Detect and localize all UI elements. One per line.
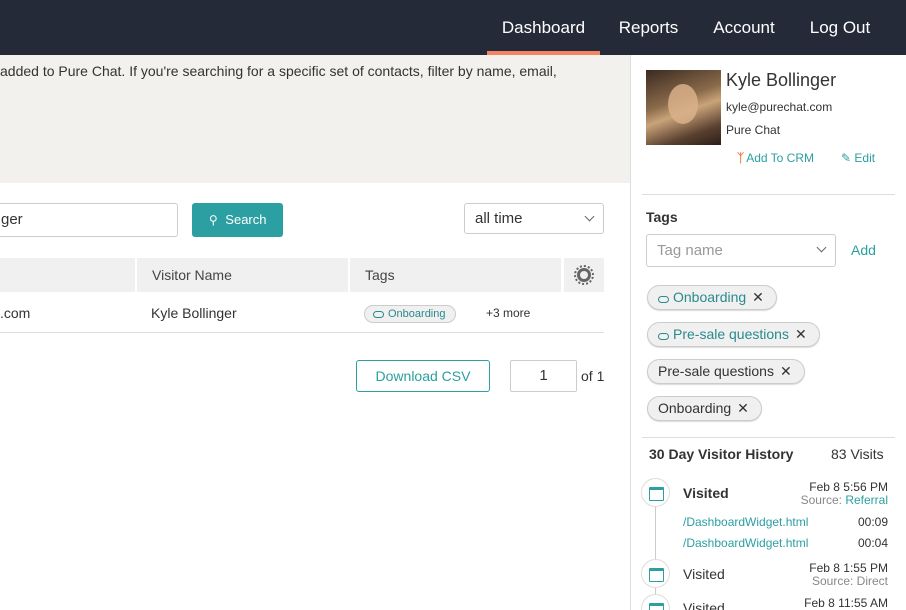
table-settings-button[interactable] [564,258,604,292]
contact-company: Pure Chat [726,123,781,137]
visit-label: Visited [683,600,725,610]
page-total-label: of 1 [581,368,605,384]
tag-name-select[interactable]: Tag name [646,234,836,267]
visit-source-prefix: Source: [800,493,846,507]
tag-chip[interactable]: Onboarding ✕ [647,396,762,421]
visitor-history-title: 30 Day Visitor History [649,446,794,462]
search-input[interactable]: ger [0,203,178,237]
visited-page-duration: 00:09 [857,515,888,529]
hubspot-icon: ᛉ [737,151,745,165]
tag-chip-label: Onboarding [658,400,732,416]
cloud-icon [658,333,669,340]
visit-source-link[interactable]: Referral [845,493,888,507]
table-row[interactable]: .com Kyle Bollinger Onboarding +3 more [0,293,604,333]
remove-tag-icon[interactable]: ✕ [752,289,764,305]
download-csv-button[interactable]: Download CSV [356,360,490,392]
nav-reports[interactable]: Reports [613,0,684,55]
edit-label: Edit [854,151,876,165]
avatar-face [668,84,698,124]
column-header-visitor-name[interactable]: Visitor Name [137,258,348,292]
contact-name: Kyle Bollinger [726,70,837,90]
visit-date: Feb 8 1:55 PM [809,561,888,575]
visit-label: Visited [683,566,725,582]
browser-window-icon [641,559,670,588]
cell-email: .com [0,305,31,321]
cloud-icon [373,311,384,318]
cell-visitor-name: Kyle Bollinger [151,305,237,321]
remove-tag-icon[interactable]: ✕ [780,363,792,379]
visit-source: Source: Referral [801,493,888,507]
edit-contact-link[interactable]: ✎ Edit [841,151,875,165]
tag-select-placeholder: Tag name [657,242,723,259]
column-header-tags[interactable]: Tags [350,258,561,292]
visit-date: Feb 8 11:55 AM [804,596,888,610]
time-filter-select[interactable]: all time [464,203,604,234]
row-tag-label: Onboarding [388,308,446,320]
chevron-down-icon [816,242,827,253]
time-filter-value: all time [475,210,523,227]
tag-chip-label: Pre-sale questions [658,363,774,379]
visited-page-link[interactable]: /DashboardWidget.html [683,536,808,550]
divider [642,437,895,438]
chevron-down-icon [584,211,595,222]
add-to-crm-link[interactable]: ᛉ Add To CRM [737,151,814,165]
tag-chip[interactable]: Pre-sale questions ✕ [647,359,805,384]
browser-window-icon [641,478,670,507]
divider [642,194,895,195]
visit-date: Feb 8 5:56 PM [809,480,888,494]
page-number-input[interactable]: 1 [510,360,577,392]
banner-text: added to Pure Chat. If you're searching … [0,63,557,79]
visit-label: Visited [683,485,729,501]
search-icon: ⚲ [208,213,218,227]
nav-dashboard[interactable]: Dashboard [487,0,600,55]
pencil-icon: ✎ [841,151,855,165]
column-header-email[interactable] [0,258,135,292]
more-tags-link[interactable]: +3 more [486,293,530,333]
contact-email: kyle@purechat.com [726,100,833,114]
add-to-crm-label: Add To CRM [746,151,815,165]
tag-chip-label: Pre-sale questions [673,326,789,342]
cloud-icon [658,296,669,303]
search-button-label: Search [225,212,267,227]
visit-source: Source: Direct [811,574,888,588]
tag-chip-label: Onboarding [673,289,747,305]
search-button[interactable]: ⚲ Search [192,203,283,237]
visit-count: 83 Visits [831,446,884,462]
tag-chip[interactable]: Onboarding ✕ [647,285,777,310]
row-tag-chip[interactable]: Onboarding [364,305,456,323]
tags-title: Tags [646,209,678,225]
nav-logout[interactable]: Log Out [802,0,878,55]
avatar [646,70,721,145]
nav-account[interactable]: Account [705,0,783,55]
remove-tag-icon[interactable]: ✕ [737,400,749,416]
visited-page-duration: 00:04 [857,536,888,550]
remove-tag-icon[interactable]: ✕ [795,326,807,342]
tag-chip[interactable]: Pre-sale questions ✕ [647,322,820,347]
add-tag-button[interactable]: Add [851,242,876,258]
top-nav: Dashboard Reports Account Log Out [0,0,906,55]
visited-page-link[interactable]: /DashboardWidget.html [683,515,808,529]
gear-icon [574,265,594,285]
